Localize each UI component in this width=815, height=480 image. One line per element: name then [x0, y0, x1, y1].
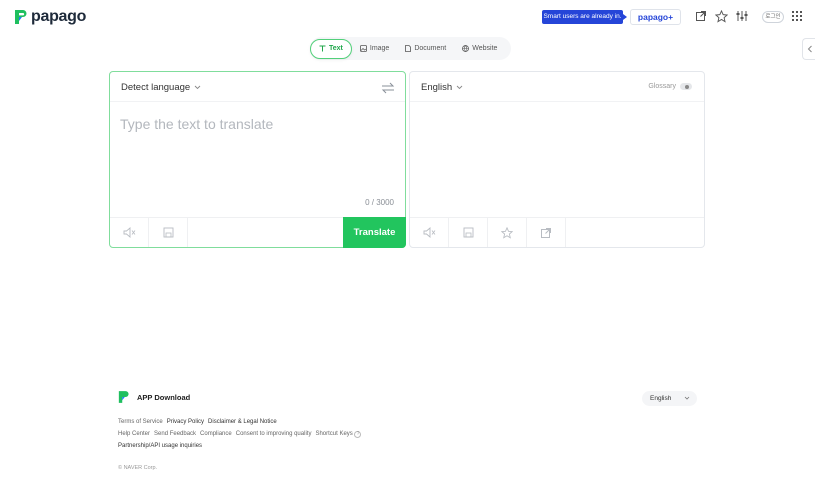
- help-center-link[interactable]: Help Center: [118, 431, 150, 438]
- panel-divider: [410, 101, 704, 102]
- tab-document[interactable]: Document: [397, 39, 454, 59]
- source-language-label: Detect language: [121, 82, 191, 93]
- footer-links-row-1: Terms of Service Privacy Policy Disclaim…: [118, 419, 277, 425]
- compliance-link[interactable]: Compliance: [200, 431, 232, 438]
- app-download-link[interactable]: APP Download: [118, 390, 698, 404]
- speaker-icon: [423, 227, 435, 238]
- settings-sliders-icon[interactable]: [735, 9, 749, 23]
- tab-text-label: Text: [329, 45, 343, 52]
- save-target-button[interactable]: [449, 218, 488, 247]
- share-icon[interactable]: [694, 9, 708, 23]
- favorite-translation-button[interactable]: [488, 218, 527, 247]
- terms-link[interactable]: Terms of Service: [118, 419, 163, 425]
- save-icon: [163, 227, 173, 238]
- copyright-text: © NAVER Corp.: [118, 465, 158, 471]
- text-icon: [319, 45, 326, 52]
- tab-document-label: Document: [414, 45, 447, 52]
- save-icon: [463, 227, 473, 238]
- login-button[interactable]: 로그인: [762, 11, 784, 23]
- source-language-select[interactable]: Detect language: [121, 82, 201, 93]
- source-text-input[interactable]: Type the text to translate: [120, 116, 273, 132]
- source-panel: Detect language Type the text to transla…: [109, 71, 406, 248]
- translate-button[interactable]: Translate: [343, 217, 406, 248]
- target-panel: English Glossary: [409, 71, 705, 248]
- logo-text: papago: [31, 8, 87, 25]
- glossary-toggle[interactable]: Glossary: [648, 83, 692, 90]
- star-icon: [501, 226, 513, 239]
- document-icon: [405, 45, 412, 52]
- send-feedback-link[interactable]: Send Feedback: [154, 431, 196, 438]
- tab-text[interactable]: Text: [310, 38, 352, 59]
- shortcut-keys-label: Shortcut Keys: [315, 431, 353, 437]
- papago-logo-icon: [15, 10, 27, 24]
- help-question-icon: ?: [354, 431, 362, 438]
- footer-links-row-2: Help Center Send Feedback Compliance Con…: [118, 431, 362, 438]
- chevron-down-icon: [684, 391, 690, 412]
- consent-quality-link[interactable]: Consent to improving quality: [236, 431, 312, 438]
- side-panel-toggle[interactable]: [802, 38, 815, 60]
- tab-website[interactable]: Website: [454, 39, 505, 59]
- character-counter: 0 / 3000: [365, 198, 394, 207]
- chevron-down-icon: [194, 85, 201, 90]
- tab-image-label: Image: [369, 45, 390, 52]
- share-translation-button[interactable]: [527, 218, 566, 247]
- apps-grid-icon[interactable]: [790, 9, 804, 23]
- toggle-switch[interactable]: [680, 83, 692, 90]
- target-toolbar: [410, 217, 704, 247]
- speaker-icon: [123, 227, 135, 238]
- promo-tooltip: Smart users are already in.: [542, 10, 627, 24]
- app-download-label: APP Download: [137, 392, 191, 402]
- image-icon: [359, 45, 367, 52]
- panel-divider: [110, 101, 405, 102]
- chevron-left-icon: [807, 45, 812, 53]
- privacy-policy-link[interactable]: Privacy Policy: [167, 419, 204, 425]
- globe-icon: [462, 45, 470, 52]
- share-icon: [541, 227, 551, 238]
- swap-languages-button[interactable]: [381, 81, 395, 94]
- papago-logo[interactable]: papago: [14, 8, 86, 26]
- listen-source-button[interactable]: [110, 218, 149, 247]
- chevron-down-icon: [456, 85, 463, 90]
- listen-target-button[interactable]: [410, 218, 449, 247]
- favorites-star-icon[interactable]: [714, 9, 728, 23]
- shortcut-keys-link[interactable]: Shortcut Keys ?: [315, 431, 362, 438]
- glossary-label: Glossary: [648, 83, 676, 90]
- footer-language-label: English: [650, 395, 672, 402]
- target-language-label: English: [421, 82, 453, 93]
- target-language-select[interactable]: English: [421, 82, 463, 93]
- footer-language-select[interactable]: English: [642, 391, 697, 406]
- footer-links-row-3: Partnership/API usage inquiries: [118, 443, 202, 449]
- swap-icon: [381, 82, 395, 94]
- papago-app-icon: [118, 391, 129, 403]
- disclaimer-link[interactable]: Disclaimer & Legal Notice: [208, 419, 277, 425]
- tab-website-label: Website: [472, 45, 498, 52]
- partnership-api-link[interactable]: Partnership/API usage inquiries: [118, 443, 202, 449]
- mode-tabs: Text Image Document Website: [310, 37, 512, 60]
- tab-image[interactable]: Image: [352, 39, 397, 59]
- papago-plus-button[interactable]: papago+: [630, 9, 681, 25]
- save-source-button[interactable]: [149, 218, 188, 247]
- footer: APP Download English Terms of Service Pr…: [118, 390, 698, 471]
